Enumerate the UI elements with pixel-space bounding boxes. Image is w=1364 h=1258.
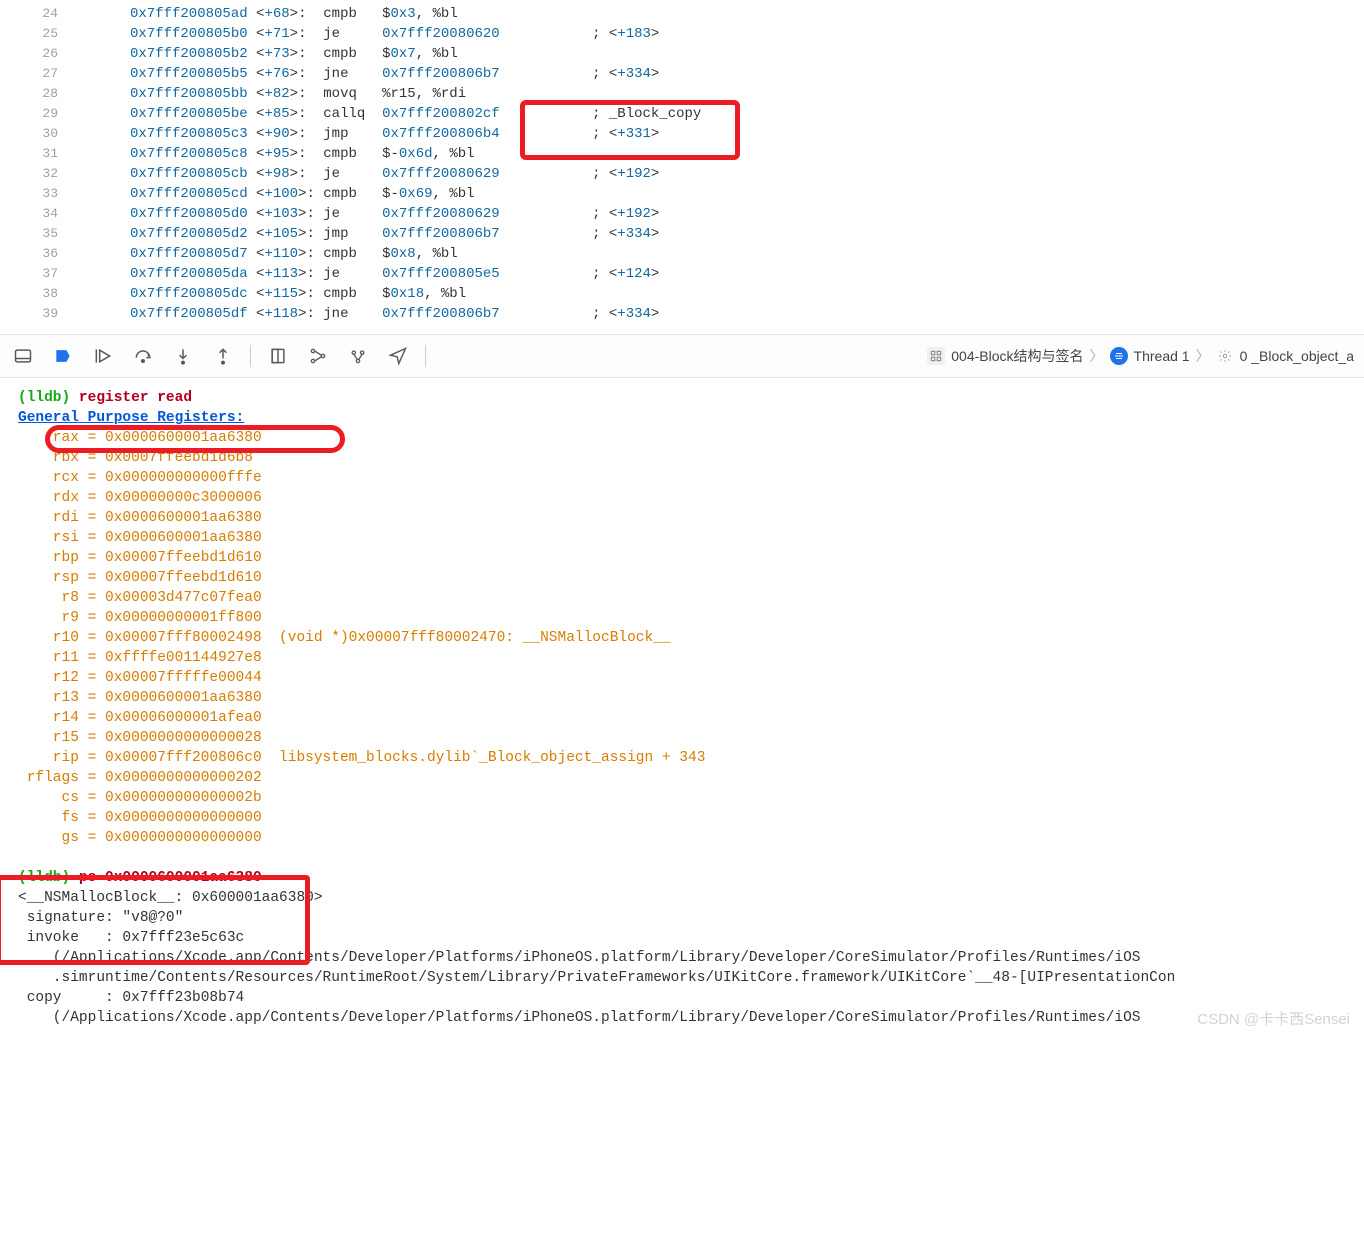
view-debug-icon[interactable] xyxy=(265,343,291,369)
thread-icon xyxy=(1110,347,1128,365)
register-line: r13 = 0x0000600001aa6380 xyxy=(18,688,1356,708)
memory-graph-icon[interactable] xyxy=(305,343,331,369)
chevron-right-icon: 〉 xyxy=(1090,346,1104,366)
step-over-icon[interactable] xyxy=(130,343,156,369)
location-icon[interactable] xyxy=(385,343,411,369)
breadcrumb-frame[interactable]: 0 _Block_object_a xyxy=(1240,348,1354,364)
toolbar-separator xyxy=(425,345,426,367)
register-line: r15 = 0x0000000000000028 xyxy=(18,728,1356,748)
register-line: r12 = 0x00007fffffe00044 xyxy=(18,668,1356,688)
po-output-line: signature: "v8@?0" xyxy=(18,908,1356,928)
register-line: rsp = 0x00007ffeebd1d610 xyxy=(18,568,1356,588)
asm-line[interactable]: 350x7fff200805d2 <+105>: jmp 0x7fff20080… xyxy=(0,224,1364,244)
step-into-icon[interactable] xyxy=(170,343,196,369)
command-po: po 0x0000600001aa6380 xyxy=(79,870,262,886)
target-icon xyxy=(927,347,945,365)
register-line: r8 = 0x00003d477c07fea0 xyxy=(18,588,1356,608)
register-line: r11 = 0xffffe001144927e8 xyxy=(18,648,1356,668)
register-line: fs = 0x0000000000000000 xyxy=(18,808,1356,828)
watermark: CSDN @卡卡西Sensei xyxy=(1197,1010,1350,1030)
breadcrumb: 004-Block结构与签名 〉 Thread 1 〉 0 _Block_obj… xyxy=(927,346,1354,366)
asm-line[interactable]: 240x7fff200805ad <+68>: cmpb $0x3, %bl xyxy=(0,4,1364,24)
debug-toolbar: 004-Block结构与签名 〉 Thread 1 〉 0 _Block_obj… xyxy=(0,334,1364,378)
asm-line[interactable]: 390x7fff200805df <+118>: jne 0x7fff20080… xyxy=(0,304,1364,324)
po-output-line: .simruntime/Contents/Resources/RuntimeRo… xyxy=(18,968,1356,988)
asm-line[interactable]: 290x7fff200805be <+85>: callq 0x7fff2008… xyxy=(0,104,1364,124)
asm-line[interactable]: 320x7fff200805cb <+98>: je 0x7fff2008062… xyxy=(0,164,1364,184)
register-line: r9 = 0x00000000001ff800 xyxy=(18,608,1356,628)
toolbar-separator xyxy=(250,345,251,367)
register-line: r10 = 0x00007fff80002498 (void *)0x00007… xyxy=(18,628,1356,648)
asm-line[interactable]: 260x7fff200805b2 <+73>: cmpb $0x7, %bl xyxy=(0,44,1364,64)
po-output-line: <__NSMallocBlock__: 0x600001aa6380> xyxy=(18,888,1356,908)
asm-line[interactable]: 250x7fff200805b0 <+71>: je 0x7fff2008062… xyxy=(0,24,1364,44)
assembly-pane: 240x7fff200805ad <+68>: cmpb $0x3, %bl25… xyxy=(0,0,1364,334)
register-line: r14 = 0x00006000001afea0 xyxy=(18,708,1356,728)
lldb-prompt: (lldb) xyxy=(18,390,70,406)
register-line: rflags = 0x0000000000000202 xyxy=(18,768,1356,788)
po-output-line: copy : 0x7fff23b08b74 xyxy=(18,988,1356,1008)
command-register-read: register read xyxy=(79,390,192,406)
asm-line[interactable]: 360x7fff200805d7 <+110>: cmpb $0x8, %bl xyxy=(0,244,1364,264)
register-line: rcx = 0x000000000000fffe xyxy=(18,468,1356,488)
asm-line[interactable]: 300x7fff200805c3 <+90>: jmp 0x7fff200806… xyxy=(0,124,1364,144)
register-line: rdi = 0x0000600001aa6380 xyxy=(18,508,1356,528)
register-line: rax = 0x0000600001aa6380 xyxy=(18,428,1356,448)
breadcrumb-thread[interactable]: Thread 1 xyxy=(1134,348,1190,364)
register-line: cs = 0x000000000000002b xyxy=(18,788,1356,808)
register-line: rbx = 0x0007ffeebd1d6b8 xyxy=(18,448,1356,468)
lldb-prompt: (lldb) xyxy=(18,870,70,886)
asm-line[interactable]: 380x7fff200805dc <+115>: cmpb $0x18, %bl xyxy=(0,284,1364,304)
register-line: rsi = 0x0000600001aa6380 xyxy=(18,528,1356,548)
toggle-debug-area-icon[interactable] xyxy=(10,343,36,369)
po-output-line: (/Applications/Xcode.app/Contents/Develo… xyxy=(18,1008,1356,1028)
asm-line[interactable]: 310x7fff200805c8 <+95>: cmpb $-0x6d, %bl xyxy=(0,144,1364,164)
asm-line[interactable]: 270x7fff200805b5 <+76>: jne 0x7fff200806… xyxy=(0,64,1364,84)
asm-line[interactable]: 330x7fff200805cd <+100>: cmpb $-0x69, %b… xyxy=(0,184,1364,204)
register-line: rbp = 0x00007ffeebd1d610 xyxy=(18,548,1356,568)
asm-line[interactable]: 370x7fff200805da <+113>: je 0x7fff200805… xyxy=(0,264,1364,284)
breakpoints-icon[interactable] xyxy=(50,343,76,369)
asm-line[interactable]: 340x7fff200805d0 <+103>: je 0x7fff200806… xyxy=(0,204,1364,224)
register-line: rdx = 0x00000000c3000006 xyxy=(18,488,1356,508)
breadcrumb-project[interactable]: 004-Block结构与签名 xyxy=(951,346,1083,366)
register-line: rip = 0x00007fff200806c0 libsystem_block… xyxy=(18,748,1356,768)
chevron-right-icon: 〉 xyxy=(1196,346,1210,366)
continue-icon[interactable] xyxy=(90,343,116,369)
register-line: gs = 0x0000000000000000 xyxy=(18,828,1356,848)
lldb-console[interactable]: (lldb) register read General Purpose Reg… xyxy=(0,378,1364,1036)
environment-icon[interactable] xyxy=(345,343,371,369)
gear-icon xyxy=(1216,347,1234,365)
po-output-line: (/Applications/Xcode.app/Contents/Develo… xyxy=(18,948,1356,968)
registers-header: General Purpose Registers: xyxy=(18,408,1356,428)
asm-line[interactable]: 280x7fff200805bb <+82>: movq %r15, %rdi xyxy=(0,84,1364,104)
po-output-line: invoke : 0x7fff23e5c63c xyxy=(18,928,1356,948)
step-out-icon[interactable] xyxy=(210,343,236,369)
